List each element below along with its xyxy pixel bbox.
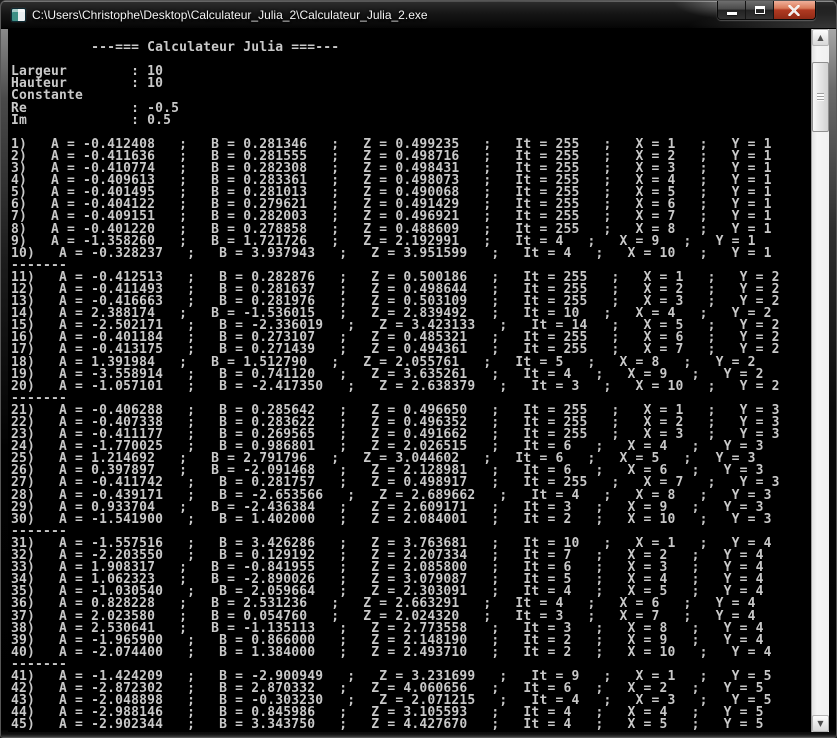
scrollbar-thumb[interactable] [812, 62, 829, 132]
scrollbar-track[interactable] [812, 46, 829, 715]
close-button[interactable] [774, 1, 815, 19]
console-window: C:\Users\Christophe\Desktop\Calculateur_… [0, 0, 837, 738]
console-line: 40) A = -2.074400 ; B = 1.384000 ; Z = 2… [11, 644, 772, 660]
console-line: ---=== Calculateur Julia ===--- [11, 40, 340, 56]
minimize-button[interactable] [718, 1, 746, 19]
minimize-icon [727, 12, 737, 15]
console-line: 20) A = -1.057101 ; B = -2.417350 ; Z = … [11, 378, 780, 394]
console-line: Hauteur : 10 [11, 76, 164, 92]
maximize-icon [755, 6, 765, 14]
console-line: 45) A = -2.902344 ; B = 3.343750 ; Z = 4… [11, 717, 764, 732]
titlebar[interactable]: C:\Users\Christophe\Desktop\Calculateur_… [1, 1, 836, 29]
close-icon [788, 5, 800, 16]
maximize-button[interactable] [746, 1, 774, 19]
scroll-up-button[interactable]: ▲ [812, 29, 829, 46]
console-line: Im : 0.5 [11, 112, 172, 128]
window-frame-left [1, 29, 8, 737]
vertical-scrollbar[interactable]: ▲ ▼ [811, 29, 829, 732]
console-app-icon [11, 8, 26, 22]
console-output: ---=== Calculateur Julia ===--- Largeur :… [8, 29, 811, 732]
console-line: 10) A = -0.328237 ; B = 3.937943 ; Z = 3… [11, 245, 772, 261]
window-title: C:\Users\Christophe\Desktop\Calculateur_… [32, 8, 428, 22]
console-line: 30) A = -1.541900 ; B = 1.402000 ; Z = 2… [11, 511, 772, 527]
window-controls [717, 1, 816, 20]
scrollbar-grip-icon [817, 93, 824, 101]
scroll-down-button[interactable]: ▼ [812, 715, 829, 732]
